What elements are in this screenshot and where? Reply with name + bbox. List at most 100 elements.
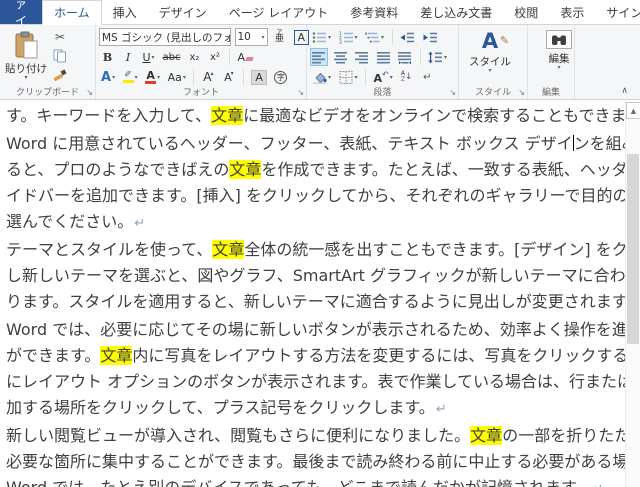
text-run: の一部を折りたたんで、 [502, 426, 640, 445]
text-run: イドバーを追加できます。[挿入] をクリックしてから、それぞれのギャラリーで目的… [6, 186, 640, 205]
increase-indent-button[interactable] [421, 28, 440, 46]
asian-layout-button[interactable]: A↶ [372, 68, 395, 86]
font-name-value: MS ゴシック (見出しのフォ [102, 30, 231, 45]
grow-font-button[interactable]: A▴ [200, 68, 217, 86]
text-run: Word では、必要に応じてその場に新しいボタンが表示されるため、効率よく操作を… [6, 320, 640, 339]
clipboard-dialog-launcher[interactable]: ↘ [85, 87, 94, 99]
tab-review[interactable]: 校閲 [503, 0, 549, 24]
text-run: 加する場所をクリックして、プラス記号をクリックします。 [6, 398, 435, 417]
vertical-scrollbar[interactable]: ▲ [625, 102, 640, 487]
scrollbar-thumb[interactable] [627, 154, 639, 344]
scroll-up-button[interactable]: ▲ [626, 102, 640, 119]
change-case-button[interactable]: Aa [166, 68, 188, 86]
tab-sign-in[interactable]: サインイン [595, 0, 640, 24]
clear-formatting-button[interactable]: A [235, 48, 255, 66]
line-spacing-button[interactable] [426, 48, 449, 66]
document-area[interactable]: す。キーワードを入力して、文章に最適なビデオをオンラインで検索することもできます… [0, 100, 640, 487]
font-name-select[interactable]: MS ゴシック (見出しのフォ▾ [99, 28, 231, 46]
document-line: す。キーワードを入力して、文章に最適なビデオをオンラインで検索することもできます… [6, 103, 620, 131]
editing-group-label: 編集 [528, 87, 574, 99]
text-run: ります。スタイルを適用すると、新しいテーマに適合するように見出しが変更されます。 [6, 292, 640, 311]
borders-button[interactable] [337, 68, 360, 86]
highlighted-text: 文章 [211, 106, 243, 125]
distribute-button[interactable] [396, 48, 414, 66]
text-run: し新しいテーマを選ぶと、図やグラフ、SmartArt グラフィックが新しいテーマ… [6, 266, 640, 285]
strikethrough-button[interactable]: abc [161, 48, 183, 66]
subscript-button[interactable]: x₂ [186, 48, 203, 66]
text-run: テーマとスタイルを使って、 [6, 240, 212, 259]
format-painter-button[interactable] [51, 66, 69, 84]
font-group-label: フォント [96, 87, 306, 99]
multilevel-list-button[interactable] [363, 28, 386, 46]
styles-dialog-launcher[interactable]: ↘ [517, 87, 526, 99]
tab-design[interactable]: デザイン [148, 0, 218, 24]
text-effects-button[interactable]: A [99, 68, 117, 86]
tab-home[interactable]: ホーム [42, 0, 102, 25]
phonetic-guide-icon: ア亜 [275, 30, 284, 44]
decrease-indent-button[interactable] [398, 28, 417, 46]
align-center-button[interactable] [332, 48, 350, 66]
highlight-color-button[interactable]: ✐ [121, 68, 140, 86]
binoculars-icon [546, 30, 572, 49]
divider [243, 69, 244, 85]
font-dialog-launcher[interactable]: ↘ [296, 87, 305, 99]
paragraph-group-label: 段落 [307, 87, 458, 99]
align-right-button[interactable] [353, 48, 371, 66]
highlighted-text: 文章 [100, 346, 132, 365]
font-size-select[interactable]: 10▾ [235, 28, 268, 46]
editing-button[interactable]: 編集 [531, 28, 587, 70]
superscript-button[interactable]: x² [206, 48, 223, 66]
show-formatting-marks-button[interactable]: ↵ [419, 68, 436, 86]
borders-icon [339, 70, 354, 84]
tab-file[interactable]: ファイル [0, 0, 42, 24]
italic-button[interactable]: I [120, 48, 137, 66]
shrink-font-icon: A▾ [224, 70, 234, 84]
shading-button[interactable] [310, 68, 333, 86]
font-color-button[interactable]: A [143, 68, 162, 86]
sort-button[interactable]: AZ↓ [398, 68, 415, 86]
ribbon-tab-bar: ファイル ホーム 挿入 デザイン ページ レイアウト 参考資料 差し込み文書 校… [0, 0, 640, 25]
strikethrough-label: abc [163, 52, 181, 63]
cut-button[interactable]: ✂ [51, 28, 69, 46]
text-run: ると、プロのようなできばえの [6, 160, 229, 179]
tab-view[interactable]: 表示 [549, 0, 595, 24]
tab-references[interactable]: 参考資料 [339, 0, 409, 24]
bullets-button[interactable] [310, 28, 333, 46]
tab-page-layout[interactable]: ページ レイアウト [218, 0, 340, 24]
text-run: Word では、たとえ別のデバイスであっても、どこまで読んだかが記憶されます。 [6, 478, 591, 487]
paragraph-mark: ↵ [436, 402, 447, 417]
enclose-characters-button[interactable]: 字 [272, 68, 289, 86]
font-group: MS ゴシック (見出しのフォ▾ 10▾ ア亜 A B I U abc x₂ x… [96, 25, 307, 99]
distribute-icon [398, 50, 412, 64]
tab-insert[interactable]: 挿入 [102, 0, 148, 24]
shrink-font-button[interactable]: A▾ [220, 68, 237, 86]
document-line: 必要な箇所に集中することができます。最後まで読み終わる前に中止する必要がある場合… [6, 449, 620, 475]
tab-mailings[interactable]: 差し込み文書 [409, 0, 503, 24]
numbering-button[interactable]: 123 [337, 28, 360, 46]
bold-button[interactable]: B [99, 48, 116, 66]
styles-button[interactable]: A✎ スタイル [462, 28, 518, 73]
styles-icon: A✎ [482, 30, 498, 52]
document-line: 加する場所をクリックして、プラス記号をクリックします。↵ [6, 395, 620, 423]
paragraph-dialog-launcher[interactable]: ↘ [448, 87, 457, 99]
clipboard-group-label: クリップボード [0, 87, 95, 99]
editing-group: 編集 編集 [528, 25, 575, 99]
text-run: 必要な箇所に集中することができます。最後まで読み終わる前に中止する必要がある場合… [6, 452, 640, 471]
font-size-value: 10 [238, 31, 251, 43]
paste-button[interactable]: 貼り付け [3, 28, 49, 84]
justify-button[interactable] [375, 48, 393, 66]
document-line: ります。スタイルを適用すると、新しいテーマに適合するように見出しが変更されます。… [6, 289, 620, 317]
highlighted-text: 文章 [470, 426, 502, 445]
highlighted-text: 文章 [212, 240, 244, 259]
divider [420, 49, 421, 65]
align-left-button[interactable] [310, 48, 328, 66]
underline-button[interactable]: U [140, 48, 157, 66]
justify-icon [377, 50, 391, 64]
scroll-up-arrow-icon: ▲ [631, 107, 636, 115]
document-line: イドバーを追加できます。[挿入] をクリックしてから、それぞれのギャラリーで目的… [6, 183, 620, 209]
document-line: し新しいテーマを選ぶと、図やグラフ、SmartArt グラフィックが新しいテーマ… [6, 263, 620, 289]
copy-button[interactable] [51, 47, 69, 65]
collapse-ribbon-icon[interactable]: ∧ [621, 86, 628, 96]
character-shading-button[interactable]: A [249, 68, 269, 86]
phonetic-guide-button[interactable]: ア亜 [271, 28, 288, 46]
